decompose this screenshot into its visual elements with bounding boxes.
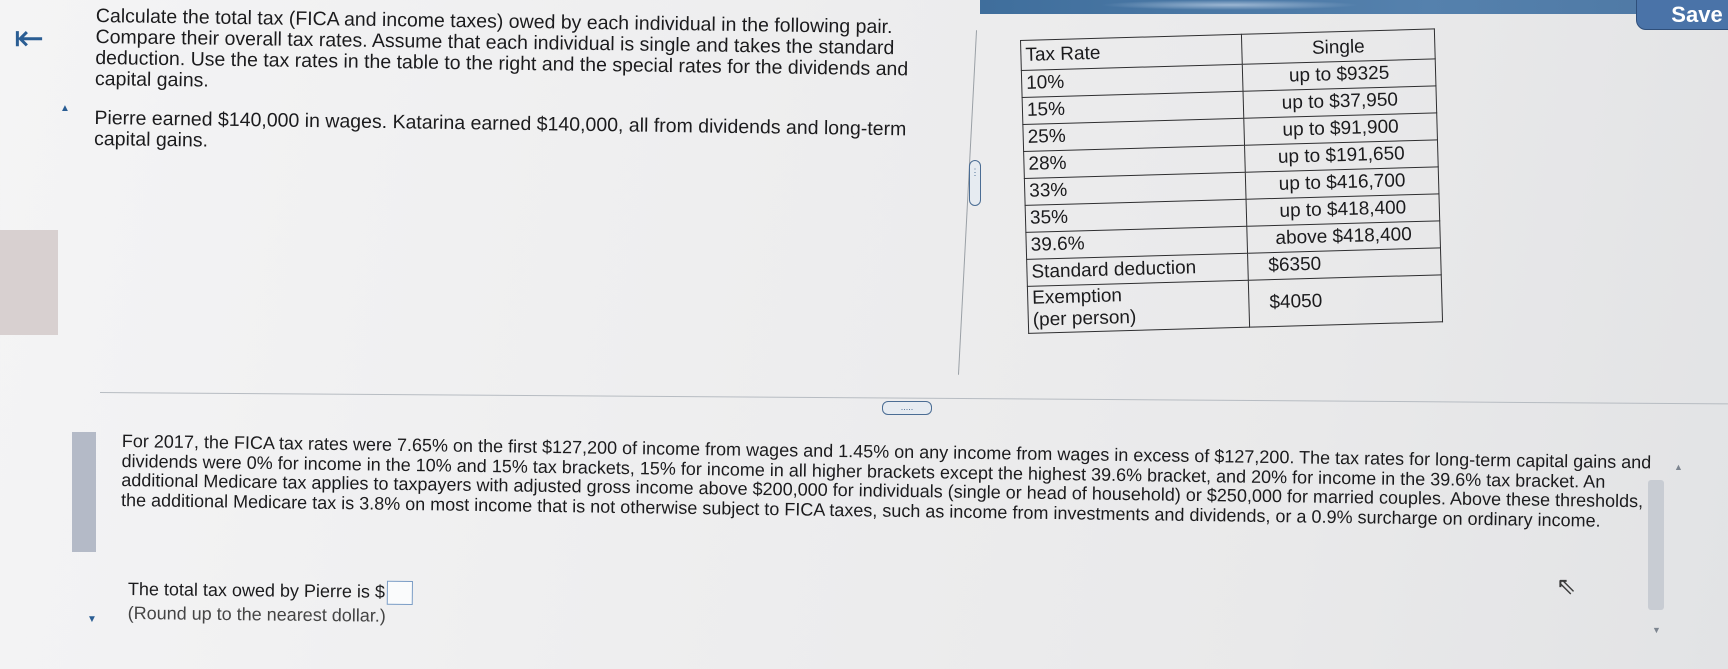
problem-statement: Calculate the total tax (FICA and income… <box>93 5 941 180</box>
left-panel-shade <box>0 230 58 335</box>
fica-info-text: For 2017, the FICA tax rates were 7.65% … <box>120 431 1652 531</box>
exemption-value: $4050 <box>1248 274 1443 328</box>
horizontal-resize-handle[interactable]: ..... <box>882 401 932 415</box>
scroll-down-icon[interactable]: ▼ <box>1652 625 1661 635</box>
right-scrollbar[interactable] <box>1648 480 1664 610</box>
scroll-up-caret-icon[interactable]: ▲ <box>60 103 70 114</box>
answer-area: The total tax owed by Pierre is $ (Round… <box>128 578 414 627</box>
tax-rate-table: Tax Rate Single 10% up to $9325 15% up t… <box>1020 28 1443 334</box>
answer-input[interactable] <box>386 580 414 606</box>
toolbar-highlight <box>1100 0 1360 10</box>
scroll-down-caret-icon[interactable]: ▼ <box>87 614 97 625</box>
problem-paragraph-1: Calculate the total tax (FICA and income… <box>94 5 909 92</box>
rounding-hint: (Round up to the nearest dollar.) <box>127 603 386 626</box>
answer-row: The total tax owed by Pierre is $ <box>127 578 414 606</box>
answer-prompt: The total tax owed by Pierre is $ <box>127 578 386 602</box>
left-scrollbar[interactable] <box>72 432 96 552</box>
scroll-up-icon[interactable]: ▲ <box>1674 462 1683 472</box>
vertical-resize-handle[interactable]: ⋮ <box>969 160 981 206</box>
problem-paragraph-2: Pierre earned $140,000 in wages. Katarin… <box>93 106 907 152</box>
save-button[interactable]: Save <box>1636 0 1728 30</box>
back-arrow-icon[interactable]: ⇤ <box>14 20 46 56</box>
exemption-label-line2: (per person) <box>1032 306 1137 331</box>
exemption-label: Exemption (per person) <box>1027 280 1250 334</box>
mouse-pointer-icon: ⇖ <box>1556 573 1577 600</box>
